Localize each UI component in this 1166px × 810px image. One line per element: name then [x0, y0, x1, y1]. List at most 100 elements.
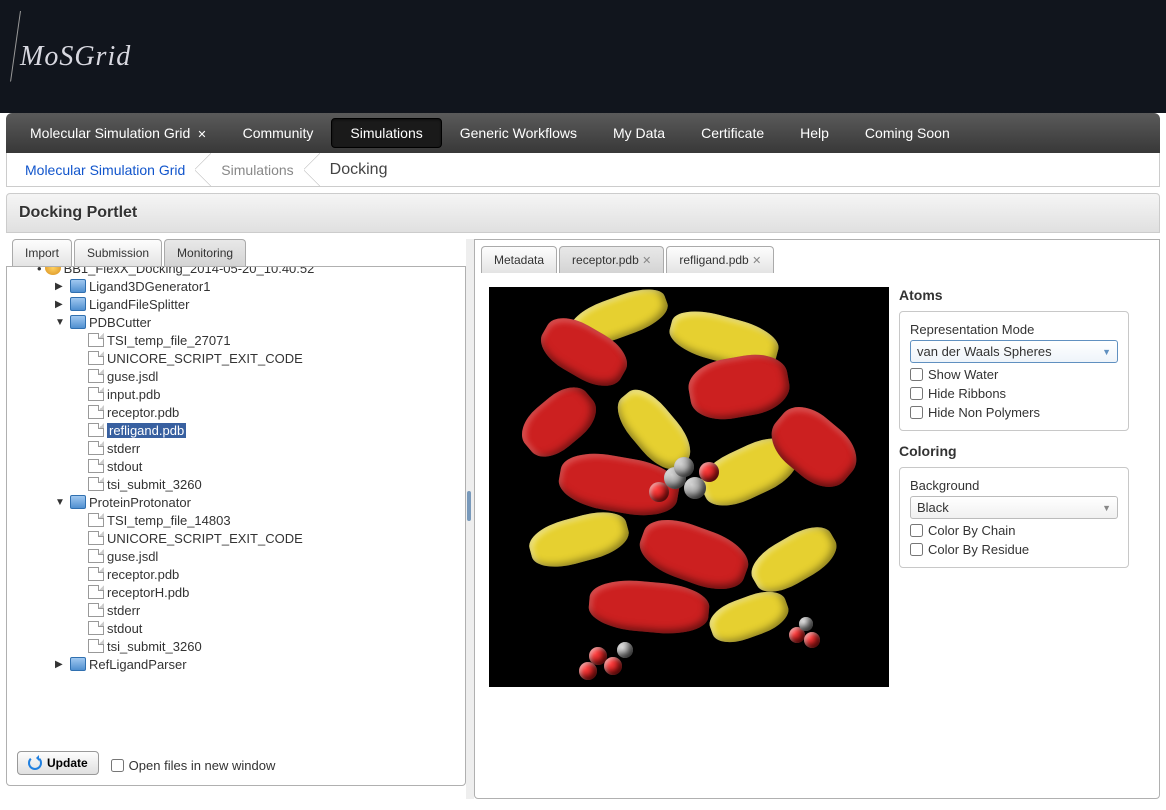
tree-file[interactable]: stderr — [107, 441, 140, 456]
toggle-icon[interactable]: ▼ — [55, 317, 67, 328]
app-header: MoSGrid — [0, 0, 1166, 113]
right-tabs: Metadata receptor.pdb ✕ refligand.pdb ✕ — [475, 240, 1159, 273]
nav-coming-soon[interactable]: Coming Soon — [847, 119, 968, 147]
left-tabs: Import Submission Monitoring — [12, 239, 466, 266]
file-icon — [88, 513, 104, 527]
nav-molecular-simulation-grid[interactable]: Molecular Simulation Grid ✕ — [12, 119, 225, 147]
tree-file[interactable]: input.pdb — [107, 387, 161, 402]
file-tree: • BB1_FlexX_Docking_2014-05-20_10.40.52 … — [7, 267, 465, 727]
tree-file[interactable]: guse.jsdl — [107, 369, 158, 384]
tab-import[interactable]: Import — [12, 239, 72, 266]
tab-submission[interactable]: Submission — [74, 239, 162, 266]
tree-file[interactable]: stdout — [107, 621, 142, 636]
hide-non-polymers-checkbox[interactable]: Hide Non Polymers — [910, 405, 1118, 420]
color-by-residue-checkbox[interactable]: Color By Residue — [910, 542, 1118, 557]
file-icon — [88, 405, 104, 419]
representation-mode-label: Representation Mode — [910, 322, 1118, 337]
atoms-panel: Representation Mode van der Waals Sphere… — [899, 311, 1129, 431]
file-icon — [88, 603, 104, 617]
file-icon — [88, 441, 104, 455]
folder-icon — [70, 297, 86, 311]
close-icon[interactable]: ✕ — [642, 255, 651, 267]
tree-file[interactable]: TSI_temp_file_27071 — [107, 333, 231, 348]
tree-file[interactable]: UNICORE_SCRIPT_EXIT_CODE — [107, 351, 303, 366]
file-icon — [88, 567, 104, 581]
tree-file[interactable]: UNICORE_SCRIPT_EXIT_CODE — [107, 531, 303, 546]
file-icon — [88, 333, 104, 347]
nav-help[interactable]: Help — [782, 119, 847, 147]
hide-ribbons-checkbox[interactable]: Hide Ribbons — [910, 386, 1118, 401]
tree-file[interactable]: receptor.pdb — [107, 405, 179, 420]
tree-file[interactable]: tsi_submit_3260 — [107, 639, 202, 654]
right-panel: Metadata receptor.pdb ✕ refligand.pdb ✕ — [474, 239, 1160, 799]
background-label: Background — [910, 478, 1118, 493]
atoms-heading: Atoms — [899, 287, 1129, 303]
file-icon — [88, 549, 104, 563]
tab-metadata[interactable]: Metadata — [481, 246, 557, 273]
file-icon — [88, 423, 104, 437]
left-panel: Import Submission Monitoring • BB1_FlexX… — [6, 239, 466, 799]
file-icon — [88, 639, 104, 653]
breadcrumb-root[interactable]: Molecular Simulation Grid — [7, 153, 203, 186]
representation-mode-select[interactable]: van der Waals Spheres▼ — [910, 340, 1118, 363]
tree-item[interactable]: RefLigandParser — [89, 657, 187, 672]
tree-file[interactable]: tsi_submit_3260 — [107, 477, 202, 492]
main-nav: Molecular Simulation Grid ✕ Community Si… — [6, 113, 1160, 153]
tab-refligand[interactable]: refligand.pdb ✕ — [666, 246, 774, 273]
tree-file[interactable]: TSI_temp_file_14803 — [107, 513, 231, 528]
toggle-icon[interactable]: ▼ — [55, 497, 67, 508]
splitter-handle[interactable] — [466, 239, 474, 799]
tree-file[interactable]: receptor.pdb — [107, 567, 179, 582]
nav-certificate[interactable]: Certificate — [683, 119, 782, 147]
color-by-chain-checkbox[interactable]: Color By Chain — [910, 523, 1118, 538]
refresh-icon — [28, 756, 42, 770]
file-icon — [88, 369, 104, 383]
toggle-icon[interactable]: ▶ — [55, 299, 67, 310]
folder-icon — [70, 315, 86, 329]
chevron-down-icon: ▼ — [1102, 503, 1111, 513]
controls-column: Atoms Representation Mode van der Waals … — [899, 287, 1129, 687]
update-button[interactable]: Update — [17, 751, 99, 775]
job-icon — [45, 267, 61, 275]
app-logo: MoSGrid — [20, 41, 131, 73]
tab-monitoring[interactable]: Monitoring — [164, 239, 246, 266]
breadcrumb: Molecular Simulation Grid Simulations Do… — [6, 153, 1160, 187]
file-icon — [88, 585, 104, 599]
tree-file-selected[interactable]: refligand.pdb — [107, 423, 186, 438]
tree-file[interactable]: receptorH.pdb — [107, 585, 189, 600]
folder-icon — [70, 279, 86, 293]
background-select[interactable]: Black▼ — [910, 496, 1118, 519]
show-water-checkbox[interactable]: Show Water — [910, 367, 1118, 382]
coloring-panel: Background Black▼ Color By Chain Color B… — [899, 467, 1129, 568]
nav-generic-workflows[interactable]: Generic Workflows — [442, 119, 595, 147]
file-icon — [88, 387, 104, 401]
page-title: Docking Portlet — [6, 193, 1160, 233]
file-icon — [88, 477, 104, 491]
breadcrumb-mid[interactable]: Simulations — [203, 153, 311, 186]
file-icon — [88, 351, 104, 365]
close-icon[interactable]: ✕ — [752, 255, 761, 267]
tree-root[interactable]: BB1_FlexX_Docking_2014-05-20_10.40.52 — [64, 267, 315, 276]
coloring-heading: Coloring — [899, 443, 1129, 459]
folder-icon — [70, 495, 86, 509]
tree-item-protein[interactable]: ProteinProtonator — [89, 495, 191, 510]
folder-icon — [70, 657, 86, 671]
breadcrumb-current: Docking — [312, 153, 406, 186]
nav-my-data[interactable]: My Data — [595, 119, 683, 147]
tree-file[interactable]: guse.jsdl — [107, 549, 158, 564]
tree-item-pdbcutter[interactable]: PDBCutter — [89, 315, 151, 330]
toggle-icon[interactable]: ▶ — [55, 281, 67, 292]
tab-receptor[interactable]: receptor.pdb ✕ — [559, 246, 664, 273]
tree-item[interactable]: LigandFileSplitter — [89, 297, 189, 312]
nav-simulations[interactable]: Simulations — [331, 118, 441, 148]
nav-community[interactable]: Community — [225, 119, 332, 147]
tree-file[interactable]: stderr — [107, 603, 140, 618]
file-icon — [88, 531, 104, 545]
molecule-viewer[interactable] — [489, 287, 889, 687]
chevron-down-icon: ▼ — [1102, 347, 1111, 357]
open-new-window-checkbox[interactable]: Open files in new window — [111, 758, 276, 773]
tree-item[interactable]: Ligand3DGenerator1 — [89, 279, 210, 294]
tree-file[interactable]: stdout — [107, 459, 142, 474]
toggle-icon[interactable]: ▶ — [55, 659, 67, 670]
close-icon[interactable]: ✕ — [194, 129, 206, 141]
